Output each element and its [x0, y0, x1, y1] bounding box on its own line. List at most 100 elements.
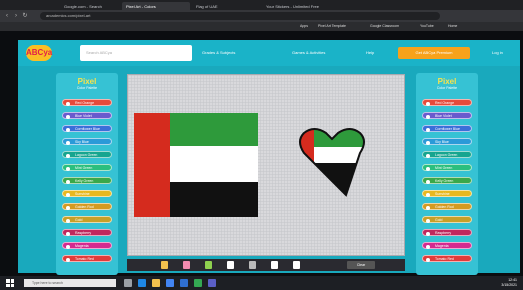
nav-link-help[interactable]: Help — [366, 50, 374, 55]
taskbar-clock[interactable]: 12:41 3/15/2021 — [501, 278, 517, 288]
color-palette-left: Pixel Color Palette Red Orange Blue Viole… — [56, 73, 118, 275]
color-swatch[interactable]: Raspberry — [62, 229, 112, 236]
color-swatch[interactable]: Golden Rod — [422, 203, 472, 210]
swatch-dot-icon — [66, 140, 70, 145]
color-swatch[interactable]: Sky Blue — [422, 138, 472, 145]
windows-taskbar: Type here to search 12:41 3/15/2021 — [0, 276, 523, 290]
color-swatch[interactable]: Lagoon Green — [422, 151, 472, 158]
swatch-dot-icon — [66, 205, 70, 210]
color-swatch[interactable]: Blue Violet — [422, 112, 472, 119]
color-swatch[interactable]: Gold — [62, 216, 112, 223]
bookmark-item[interactable]: Google Classroom — [370, 24, 399, 28]
site-search-input[interactable]: Search ABCya — [80, 45, 192, 61]
color-swatch[interactable]: Sky Blue — [62, 138, 112, 145]
url-field[interactable]: arcademics.com/pixel-art — [40, 12, 440, 20]
color-swatch[interactable]: Red Orange — [422, 99, 472, 106]
color-swatch[interactable]: Raspberry — [422, 229, 472, 236]
site-logo[interactable]: ABCya — [26, 45, 52, 61]
color-swatch[interactable]: Tomato Red — [62, 255, 112, 262]
pixel-canvas[interactable] — [127, 74, 405, 256]
task-view-icon[interactable] — [124, 279, 132, 287]
color-swatch[interactable]: Lagoon Green — [62, 151, 112, 158]
color-swatch[interactable]: Golden Rod — [62, 203, 112, 210]
palette-title-small: Color Palette — [436, 86, 458, 90]
swatch-dot-icon — [66, 153, 70, 158]
pencil-tool-icon[interactable] — [161, 261, 168, 269]
undo-tool-icon[interactable] — [271, 261, 278, 269]
color-swatch[interactable]: Sunshine — [422, 190, 472, 197]
tool-bar: Clear — [127, 259, 405, 271]
file-explorer-icon[interactable] — [152, 279, 160, 287]
chrome-icon[interactable] — [194, 279, 202, 287]
teams-icon[interactable] — [208, 279, 216, 287]
browser-tab-active[interactable]: Pixel Art - Colors — [122, 2, 190, 10]
color-swatch[interactable]: Tomato Red — [422, 255, 472, 262]
nav-link-grades[interactable]: Grades & Subjects — [202, 50, 235, 55]
store-icon[interactable] — [166, 279, 174, 287]
site-header: ABCya Search ABCya Grades & Subjects Gam… — [18, 40, 520, 66]
swatch-dot-icon — [426, 257, 430, 262]
windows-start-icon[interactable] — [6, 279, 14, 287]
swatch-dot-icon — [66, 179, 70, 184]
forward-icon[interactable]: › — [13, 13, 19, 19]
login-link[interactable]: Log in — [492, 50, 503, 55]
swatch-dot-icon — [66, 231, 70, 236]
bookmark-item[interactable]: Pixel Art Template — [318, 24, 346, 28]
swatch-dot-icon — [66, 192, 70, 197]
taskbar-search-input[interactable]: Type here to search — [24, 279, 116, 287]
bookmark-item[interactable]: Home — [448, 24, 457, 28]
swatch-dot-icon — [426, 127, 430, 132]
color-swatch[interactable]: Blue Violet — [62, 112, 112, 119]
color-swatch-label: Sky Blue — [75, 140, 89, 144]
swatch-dot-icon — [66, 257, 70, 262]
color-swatch-label: Raspberry — [75, 231, 92, 235]
flag-white-stripe — [170, 146, 258, 182]
color-swatch[interactable]: Cornflower Blue — [422, 125, 472, 132]
color-swatch[interactable]: Sunshine — [62, 190, 112, 197]
edge-icon[interactable] — [138, 279, 146, 287]
color-swatch[interactable]: Mint Green — [422, 164, 472, 171]
swatch-dot-icon — [426, 179, 430, 184]
color-swatch-label: Tomato Red — [435, 257, 454, 261]
browser-tab[interactable]: Your Stickers - Unlimited Free — [262, 2, 342, 10]
color-swatch-label: Tomato Red — [75, 257, 94, 261]
color-swatch-label: Raspberry — [435, 231, 452, 235]
flag-green-stripe — [170, 113, 258, 146]
swatch-dot-icon — [426, 218, 430, 223]
clear-button[interactable]: Clear — [347, 261, 375, 269]
grid-tool-icon[interactable] — [249, 261, 256, 269]
address-bar: ‹ › ↻ arcademics.com/pixel-art — [0, 10, 523, 22]
color-swatch-label: Mint Green — [75, 166, 93, 170]
eraser-tool-icon[interactable] — [183, 261, 190, 269]
pen-tool-icon[interactable] — [227, 261, 234, 269]
color-swatch-label: Golden Rod — [435, 205, 454, 209]
clock-date: 3/15/2021 — [501, 283, 517, 287]
color-swatch[interactable]: Gold — [422, 216, 472, 223]
color-swatch-label: Lagoon Green — [435, 153, 458, 157]
swatch-dot-icon — [426, 244, 430, 249]
nav-link-games[interactable]: Games & Activities — [292, 50, 325, 55]
browser-tab[interactable]: Google.com - Search — [60, 2, 120, 10]
color-palette-right: Pixel Color Palette Red Orange Blue Viole… — [416, 73, 478, 275]
redo-tool-icon[interactable] — [293, 261, 300, 269]
bookmark-item[interactable]: Apps — [300, 24, 308, 28]
reload-icon[interactable]: ↻ — [22, 13, 28, 19]
color-swatch[interactable]: Cornflower Blue — [62, 125, 112, 132]
color-swatch[interactable]: Magenta — [422, 242, 472, 249]
palette-title-big: Pixel — [437, 77, 457, 86]
bookmark-item[interactable]: YouTube — [420, 24, 434, 28]
color-swatch[interactable]: Kelly Green — [422, 177, 472, 184]
color-swatch[interactable]: Kelly Green — [62, 177, 112, 184]
back-icon[interactable]: ‹ — [4, 13, 10, 19]
color-swatch[interactable]: Red Orange — [62, 99, 112, 106]
browser-tab[interactable]: Flag of UAE — [192, 2, 260, 10]
bookmarks-bar: Apps Pixel Art Template Google Classroom… — [0, 22, 523, 31]
fill-tool-icon[interactable] — [205, 261, 212, 269]
mail-icon[interactable] — [180, 279, 188, 287]
color-swatch[interactable]: Magenta — [62, 242, 112, 249]
color-swatch-label: Sunshine — [435, 192, 450, 196]
swatch-dot-icon — [426, 166, 430, 171]
premium-button[interactable]: Get ABCya Premium — [398, 47, 470, 59]
uae-flag — [134, 113, 258, 217]
color-swatch[interactable]: Mint Green — [62, 164, 112, 171]
